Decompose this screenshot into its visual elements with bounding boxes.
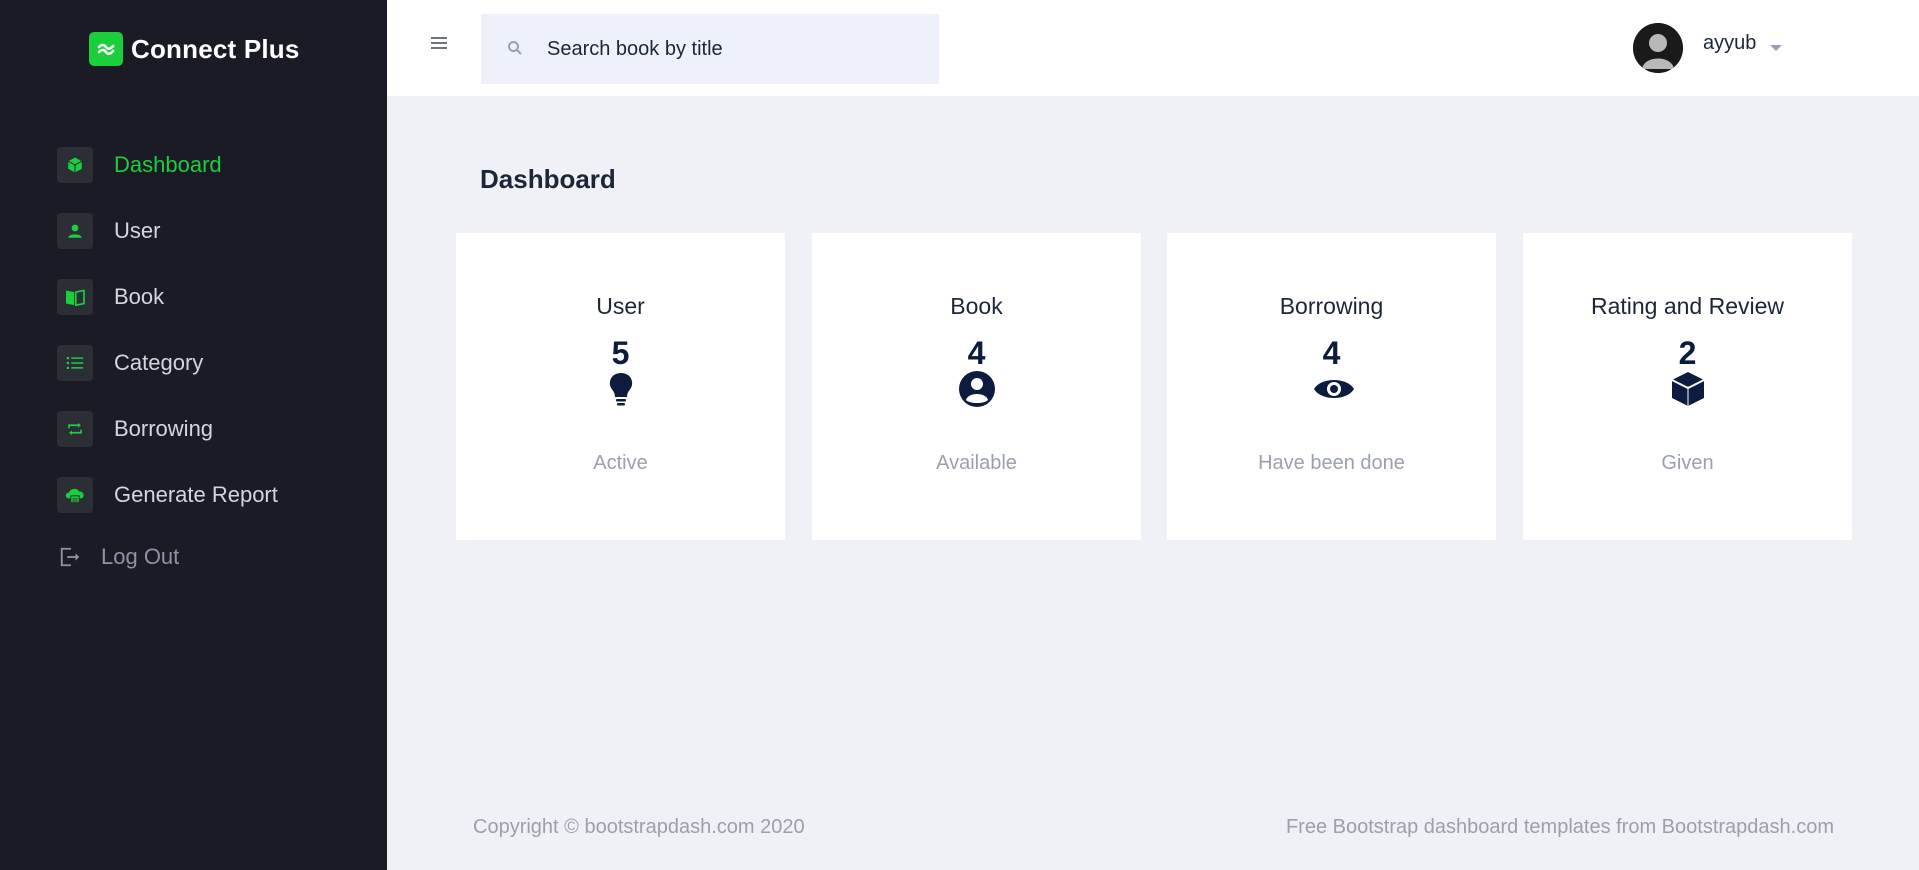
card-subtitle: Active — [593, 452, 648, 474]
lightbulb-icon — [602, 370, 640, 408]
topbar: ayyub — [387, 0, 1919, 96]
card-value: 5 — [611, 335, 630, 371]
cube-icon — [57, 147, 93, 183]
logout-label: Log Out — [101, 544, 180, 569]
sidebar-item-label: Category — [114, 350, 204, 375]
search-icon — [507, 40, 523, 61]
sidebar-item-label: Borrowing — [114, 416, 214, 441]
sidebar-item-book[interactable]: Book — [57, 278, 164, 316]
account-circle-icon — [958, 370, 996, 408]
card-title: Borrowing — [1279, 293, 1384, 319]
brand[interactable]: Connect Plus — [89, 32, 300, 66]
user-icon — [57, 213, 93, 249]
stat-card-book: Book 4 Available — [812, 233, 1141, 540]
stat-card-borrowing: Borrowing 4 Have been done — [1167, 233, 1496, 540]
card-title: Book — [950, 293, 1003, 319]
chevron-down-icon — [1770, 45, 1783, 51]
profile-name: ayyub — [1703, 31, 1757, 54]
profile-dropdown[interactable]: ayyub — [1633, 23, 1783, 73]
card-value: 2 — [1678, 335, 1697, 371]
stat-card-rating-review: Rating and Review 2 Given — [1523, 233, 1852, 540]
logout-link[interactable]: Log Out — [57, 538, 179, 576]
brand-logo-icon — [89, 32, 123, 66]
card-value: 4 — [967, 335, 986, 371]
sidebar-item-category[interactable]: Category — [57, 344, 203, 382]
stat-card-user: User 5 Active — [456, 233, 785, 540]
sidebar-item-label: Book — [114, 284, 165, 309]
cube-icon — [1669, 370, 1707, 408]
sidebar: Connect Plus Dashboard User Book Categor… — [0, 0, 387, 870]
logout-icon — [57, 539, 83, 575]
cloud-print-icon — [57, 477, 93, 513]
card-title: Rating and Review — [1590, 293, 1785, 319]
sidebar-item-user[interactable]: User — [57, 212, 160, 250]
page-title: Dashboard — [480, 164, 616, 194]
card-title: User — [596, 293, 645, 319]
sidebar-item-label: Generate Report — [114, 482, 278, 507]
menu-toggle-icon[interactable] — [431, 37, 447, 51]
sidebar-item-label: Dashboard — [114, 152, 222, 177]
book-icon — [57, 279, 93, 315]
eye-icon — [1313, 370, 1354, 408]
footer-credit-link[interactable]: Free Bootstrap dashboard templates from … — [1286, 816, 1834, 839]
card-subtitle: Available — [936, 452, 1017, 474]
card-subtitle: Given — [1661, 452, 1714, 474]
search-input[interactable] — [547, 34, 917, 64]
avatar — [1633, 23, 1683, 73]
repeat-icon — [57, 411, 93, 447]
card-subtitle: Have been done — [1258, 452, 1405, 474]
brand-name: Connect Plus — [131, 33, 300, 64]
card-value: 4 — [1322, 335, 1341, 371]
search-box — [481, 14, 939, 84]
list-icon — [57, 345, 93, 381]
footer-copyright: Copyright © bootstrapdash.com 2020 — [473, 816, 805, 838]
sidebar-item-borrowing[interactable]: Borrowing — [57, 410, 213, 448]
sidebar-item-label: User — [114, 218, 161, 243]
sidebar-item-generate-report[interactable]: Generate Report — [57, 476, 278, 514]
sidebar-item-dashboard[interactable]: Dashboard — [57, 146, 222, 184]
